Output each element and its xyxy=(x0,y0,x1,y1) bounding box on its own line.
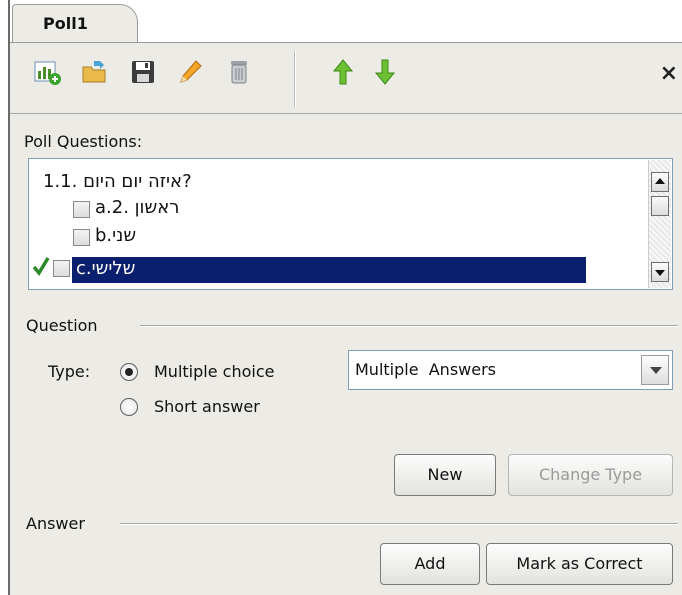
scroll-up-icon[interactable] xyxy=(651,172,669,192)
radio-short-answer[interactable] xyxy=(120,398,138,416)
chevron-down-icon[interactable] xyxy=(641,355,669,385)
edit-pencil-icon[interactable] xyxy=(176,57,206,87)
radio-multiple-choice[interactable] xyxy=(120,363,138,381)
tab-label: Poll1 xyxy=(43,14,88,33)
toolbar: × xyxy=(10,43,682,114)
poll-questions-label: Poll Questions: xyxy=(24,132,143,151)
radio-multiple-choice-label: Multiple choice xyxy=(154,362,275,381)
correct-check-icon xyxy=(32,255,50,281)
tab-strip: Poll1 xyxy=(10,0,682,43)
move-up-icon[interactable] xyxy=(328,57,358,87)
question-section-label: Question xyxy=(26,316,98,335)
list-item-answer-a[interactable]: a.2. ראשון xyxy=(95,197,179,218)
answer-mode-select[interactable]: Multiple Answers xyxy=(348,350,673,390)
new-button[interactable]: New xyxy=(394,454,496,496)
open-folder-icon[interactable] xyxy=(80,57,110,87)
trash-icon[interactable] xyxy=(224,57,254,87)
move-down-icon[interactable] xyxy=(370,57,400,87)
radio-short-answer-label: Short answer xyxy=(154,397,260,416)
change-type-button[interactable]: Change Type xyxy=(508,454,673,496)
mark-as-correct-button[interactable]: Mark as Correct xyxy=(486,543,673,585)
answer-section-label: Answer xyxy=(26,514,85,533)
close-icon[interactable]: × xyxy=(660,63,678,85)
list-scrollbar[interactable] xyxy=(648,160,671,288)
new-poll-icon[interactable] xyxy=(32,57,62,87)
answer-checkbox[interactable] xyxy=(53,260,70,277)
scroll-down-icon[interactable] xyxy=(651,262,669,282)
answer-checkbox[interactable] xyxy=(73,229,90,246)
add-button[interactable]: Add xyxy=(380,543,480,585)
save-icon[interactable] xyxy=(128,57,158,87)
list-item-question[interactable]: 1.1. איזה יום היום? xyxy=(43,171,192,192)
list-item-answer-b[interactable]: b.שני xyxy=(95,225,136,246)
toolbar-separator xyxy=(294,51,295,107)
type-label: Type: xyxy=(48,362,91,381)
section-divider xyxy=(140,325,678,326)
section-divider xyxy=(120,523,678,524)
scroll-thumb[interactable] xyxy=(651,196,669,216)
tab-poll1[interactable]: Poll1 xyxy=(12,4,138,42)
answer-checkbox[interactable] xyxy=(73,201,90,218)
list-item-answer-c-selected[interactable]: c.שלישי xyxy=(72,257,586,283)
poll-panel: Poll1 × Poll Questions: 1.1. איזה יום הי… xyxy=(8,0,682,595)
